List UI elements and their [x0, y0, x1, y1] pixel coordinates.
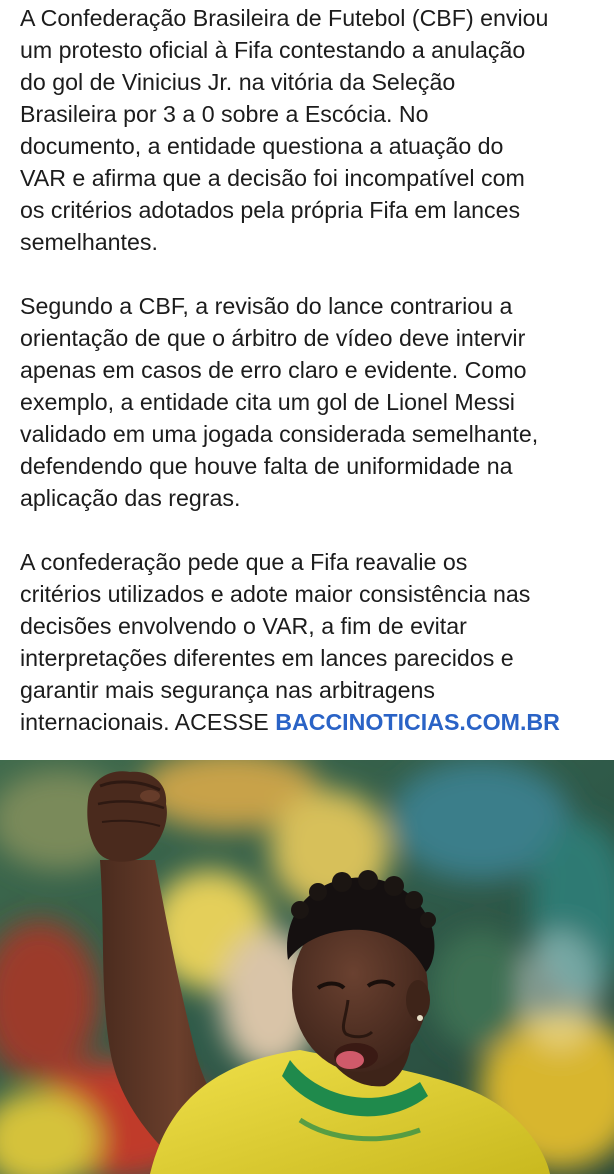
post-body: A Confederação Brasileira de Futebol (CB…: [20, 2, 600, 738]
text-line-with-link: internacionais. ACESSE BACCINOTICIAS.COM…: [20, 706, 600, 738]
text-line: do gol de Vinicius Jr. na vitória da Sel…: [20, 69, 456, 95]
text-line: Segundo a CBF, a revisão do lance contra…: [20, 293, 513, 319]
news-post: A Confederação Brasileira de Futebol (CB…: [0, 0, 614, 1174]
player-photo-illustration: [0, 760, 614, 1174]
text-line: documento, a entidade questiona a atuaçã…: [20, 133, 504, 159]
text-line: um protesto oficial à Fifa contestando a…: [20, 37, 526, 63]
paragraph-2: Segundo a CBF, a revisão do lance contra…: [20, 290, 600, 514]
text-line: orientação de que o árbitro de vídeo dev…: [20, 325, 526, 351]
cta-text: internacionais. ACESSE: [20, 709, 276, 735]
text-line: apenas em casos de erro claro e evidente…: [20, 357, 527, 383]
website-link[interactable]: BACCINOTICIAS.COM.BR: [275, 709, 560, 735]
text-line: A confederação pede que a Fifa reavalie …: [20, 549, 468, 575]
paragraph-3: A confederação pede que a Fifa reavalie …: [20, 546, 600, 738]
text-line: garantir mais segurança nas arbitragens: [20, 677, 436, 703]
text-line: aplicação das regras.: [20, 485, 241, 511]
text-line: defendendo que houve falta de uniformida…: [20, 453, 513, 479]
text-line: Brasileira por 3 a 0 sobre a Escócia. No: [20, 101, 429, 127]
text-line: interpretações diferentes em lances pare…: [20, 645, 514, 671]
text-line: exemplo, a entidade cita um gol de Lione…: [20, 389, 515, 415]
news-photo: [0, 760, 614, 1174]
text-line: validado em uma jogada considerada semel…: [20, 421, 539, 447]
text-line: os critérios adotados pela própria Fifa …: [20, 197, 521, 223]
text-line: critérios utilizados e adote maior consi…: [20, 581, 531, 607]
text-line: A Confederação Brasileira de Futebol (CB…: [20, 5, 549, 31]
paragraph-1: A Confederação Brasileira de Futebol (CB…: [20, 2, 600, 258]
text-line: decisões envolvendo o VAR, a fim de evit…: [20, 613, 467, 639]
text-line: VAR e afirma que a decisão foi incompatí…: [20, 165, 525, 191]
text-line: semelhantes.: [20, 229, 158, 255]
